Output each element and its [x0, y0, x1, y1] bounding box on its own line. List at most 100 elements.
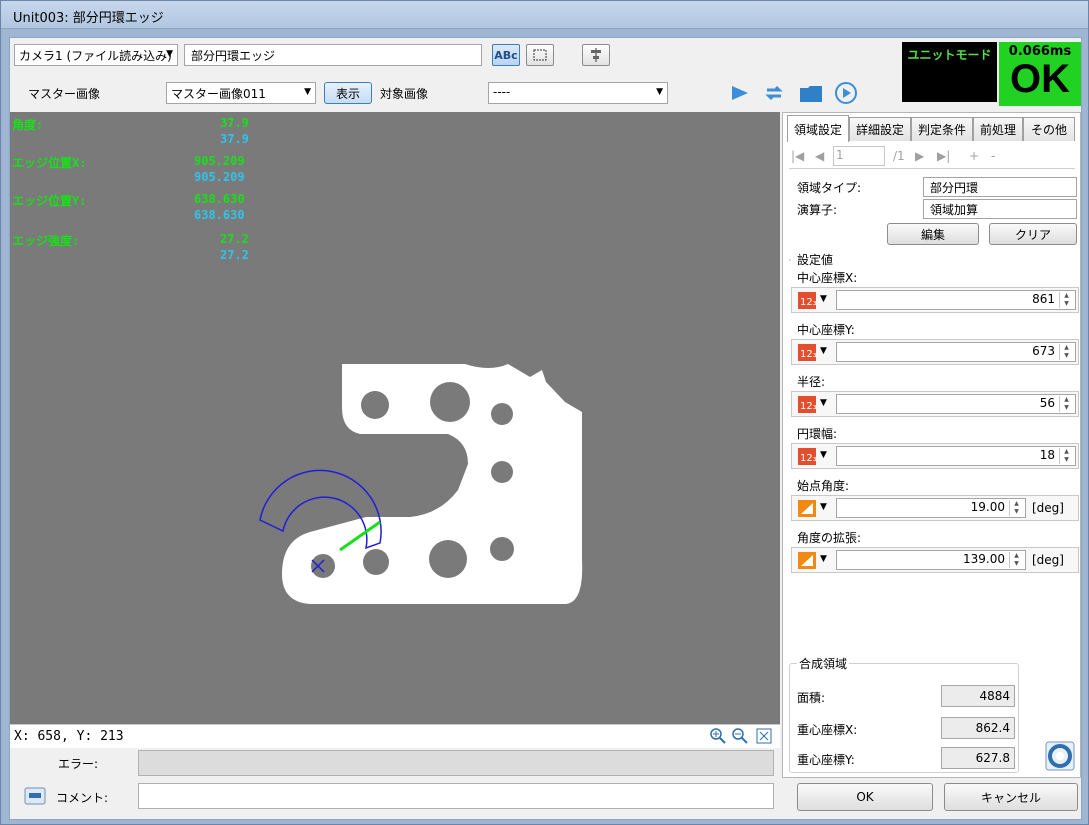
- angle-extend-input[interactable]: 139.00 ▲ ▼: [836, 550, 1026, 570]
- hole: [429, 540, 467, 578]
- settings-groupbox: [789, 259, 791, 261]
- area-field: 4884: [941, 685, 1015, 707]
- settings-panel: 領域設定 詳細設定 判定条件 前処理 その他 |◀ ◀ 1 /1 ▶ ▶| + …: [782, 112, 1081, 778]
- ring-width-input[interactable]: 18 ▲ ▼: [836, 446, 1076, 466]
- tab-judge[interactable]: 判定条件: [911, 117, 973, 141]
- result-status: OK: [1010, 57, 1070, 101]
- strength-value-2: 27.2: [220, 248, 249, 262]
- angle-extend-label: 角度の拡張:: [797, 531, 862, 545]
- angle-value-1: 37.9: [220, 116, 249, 130]
- radius-input[interactable]: 56 ▲ ▼: [836, 394, 1076, 414]
- tab-detail[interactable]: 詳細設定: [849, 117, 911, 141]
- master-image-select[interactable]: マスター画像011 ▼: [166, 82, 316, 104]
- center-x-input[interactable]: 861 ▲ ▼: [836, 290, 1076, 310]
- unit-mode-panel: ユニットモード: [902, 42, 997, 102]
- edgex-value-1: 905.209: [194, 154, 245, 168]
- page-input[interactable]: 1: [833, 146, 885, 166]
- chevron-down-icon[interactable]: ▼: [820, 294, 827, 304]
- region-navigator: |◀ ◀ 1 /1 ▶ ▶| + -: [789, 145, 1075, 169]
- add-icon[interactable]: +: [969, 149, 979, 163]
- region-type-label: 領域タイプ:: [797, 181, 862, 195]
- chevron-down-icon[interactable]: ▼: [820, 450, 827, 460]
- centroid-y-label: 重心座標Y:: [797, 753, 855, 767]
- angle-label: 角度:: [12, 118, 44, 132]
- ok-button[interactable]: OK: [797, 783, 933, 811]
- client-area: カメラ1 (ファイル読み込み) ▼ 部分円環エッジ ABc マスター画像 マスタ…: [9, 37, 1082, 820]
- spinner-icon[interactable]: ▲ ▼: [1059, 448, 1073, 464]
- operator-field: 領域加算: [923, 199, 1077, 219]
- hole: [361, 391, 389, 419]
- play-icon[interactable]: [730, 84, 750, 102]
- last-icon[interactable]: ▶|: [937, 149, 950, 163]
- start-angle-input[interactable]: 19.00 ▲ ▼: [836, 498, 1026, 518]
- show-button[interactable]: 表示: [324, 82, 372, 104]
- zoom-in-icon[interactable]: [710, 728, 726, 744]
- folder-icon[interactable]: [798, 82, 824, 104]
- image-viewport[interactable]: 角度: 37.9 37.9 エッジ位置X: 905.209 905.209 エッ…: [10, 112, 780, 724]
- tab-other[interactable]: その他: [1023, 117, 1075, 141]
- spinner-icon[interactable]: ▲ ▼: [1059, 396, 1073, 412]
- comment-input[interactable]: [138, 783, 774, 809]
- target-image-label: 対象画像: [380, 87, 429, 101]
- result-panel: 0.066ms OK: [999, 42, 1081, 106]
- spinner-icon[interactable]: ▲ ▼: [1059, 292, 1073, 308]
- coordinate-readout: X: 658, Y: 213: [14, 729, 124, 744]
- start-angle-row: ▼ 19.00 ▲ ▼ [deg]: [791, 495, 1079, 521]
- area-label: 面積:: [797, 691, 826, 705]
- angle-type-icon[interactable]: [798, 552, 816, 569]
- camera-select[interactable]: カメラ1 (ファイル読み込み) ▼: [14, 44, 178, 66]
- unit-name-input[interactable]: 部分円環エッジ: [184, 44, 482, 66]
- chevron-down-icon[interactable]: ▼: [820, 346, 827, 356]
- edgey-label: エッジ位置Y:: [12, 194, 87, 208]
- start-angle-label: 始点角度:: [797, 479, 850, 493]
- align-icon: [591, 48, 601, 62]
- prev-icon[interactable]: ◀: [815, 149, 824, 163]
- svg-text:12₃: 12₃: [800, 401, 816, 412]
- title-bar[interactable]: Unit003: 部分円環エッジ: [1, 1, 1088, 29]
- region-select-button[interactable]: [526, 44, 554, 66]
- spinner-icon[interactable]: ▲ ▼: [1059, 344, 1073, 360]
- center-x-row: 12₃ ▼ 861 ▲ ▼: [791, 287, 1079, 313]
- cancel-button[interactable]: キャンセル: [944, 783, 1078, 811]
- angle-type-icon[interactable]: [798, 500, 816, 517]
- remove-icon[interactable]: -: [991, 149, 995, 163]
- text-abc-button[interactable]: ABc: [492, 44, 520, 66]
- spinner-icon[interactable]: ▲ ▼: [1009, 552, 1023, 568]
- ring-width-value: 18: [1039, 448, 1055, 462]
- page-total: /1: [893, 149, 905, 163]
- number-type-icon[interactable]: 12₃: [798, 292, 816, 309]
- next-icon[interactable]: ▶: [915, 149, 924, 163]
- spinner-icon[interactable]: ▲ ▼: [1009, 500, 1023, 516]
- edgex-value-2: 905.209: [194, 170, 245, 184]
- play-circle-icon[interactable]: [834, 81, 858, 105]
- number-type-icon[interactable]: 12₃: [798, 448, 816, 465]
- master-select-value: マスター画像011: [171, 87, 266, 101]
- fit-screen-icon[interactable]: [756, 728, 772, 744]
- chevron-down-icon[interactable]: ▼: [820, 398, 827, 408]
- start-angle-unit: [deg]: [1032, 501, 1064, 515]
- zoom-out-icon[interactable]: [732, 728, 748, 744]
- center-y-row: 12₃ ▼ 673 ▲ ▼: [791, 339, 1079, 365]
- chevron-down-icon[interactable]: ▼: [820, 554, 827, 564]
- center-y-input[interactable]: 673 ▲ ▼: [836, 342, 1076, 362]
- tab-region[interactable]: 領域設定: [787, 115, 849, 142]
- edit-button[interactable]: 編集: [887, 223, 979, 245]
- comment-label: コメント:: [56, 791, 109, 805]
- inspection-image: [259, 364, 583, 604]
- angle-value-2: 37.9: [220, 132, 249, 146]
- tab-preprocess[interactable]: 前処理: [973, 117, 1023, 141]
- align-button[interactable]: [582, 44, 610, 66]
- help-lifebuoy-icon[interactable]: [1045, 741, 1075, 771]
- settings-tabs: 領域設定 詳細設定 判定条件 前処理 その他: [783, 115, 1080, 142]
- number-type-icon[interactable]: 12₃: [798, 344, 816, 361]
- number-type-icon[interactable]: 12₃: [798, 396, 816, 413]
- radius-row: 12₃ ▼ 56 ▲ ▼: [791, 391, 1079, 417]
- first-icon[interactable]: |◀: [791, 149, 804, 163]
- chevron-down-icon[interactable]: ▼: [820, 502, 827, 512]
- clear-button[interactable]: クリア: [989, 223, 1077, 245]
- target-image-select[interactable]: ---- ▼: [488, 82, 668, 104]
- dashed-rect-icon: [533, 49, 547, 61]
- angle-extend-unit: [deg]: [1032, 553, 1064, 567]
- keyboard-icon[interactable]: [24, 786, 46, 806]
- repeat-icon[interactable]: [762, 82, 786, 104]
